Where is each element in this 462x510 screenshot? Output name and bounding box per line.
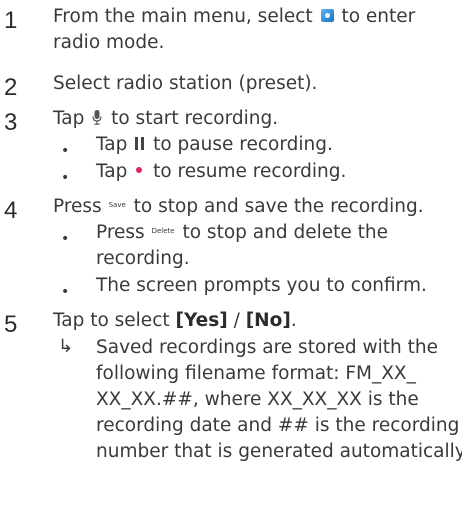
save-key-label: Save [108, 201, 126, 209]
step-text-part: Press [53, 196, 102, 217]
result-line: recording date and ## is the recording [96, 415, 460, 436]
step-text-part: to start recording. [111, 108, 279, 129]
bullet-text-part: to stop and delete the [182, 222, 388, 243]
bullet-marker: • [61, 143, 70, 159]
step-number: 1 [4, 7, 18, 34]
bullet-text-part: to resume recording. [153, 161, 347, 182]
delete-key-label: Delete [151, 227, 175, 235]
pause-icon [135, 136, 145, 150]
bullet-text-part: Tap [96, 161, 128, 182]
step-number: 3 [4, 109, 18, 136]
step-text-part: From the main menu, select [53, 6, 313, 27]
bullet-confirm: The screen prompts you to confirm. [96, 275, 427, 296]
step-text-part: Tap [53, 108, 85, 129]
step-text-part: to stop and save the recording. [133, 196, 424, 217]
bullet-text-part: Press [96, 222, 145, 243]
result-arrow: ↳ [58, 336, 74, 357]
step-number: 4 [4, 197, 18, 224]
bullet-marker: • [61, 284, 70, 300]
no-option: [No] [245, 310, 291, 331]
option-separator: / [233, 310, 240, 331]
result-line: number that is generated automatically. [96, 441, 462, 462]
step-text: Press Save to stop and save the recordin… [53, 194, 424, 220]
microphone-icon [92, 109, 102, 125]
yes-option: [Yes] [175, 310, 228, 331]
bullet-pause: Tap to pause recording. [96, 132, 333, 158]
result-line: following filename format: FM_XX_ [96, 363, 416, 384]
radio-mode-icon [320, 8, 334, 22]
bullet-resume: Tap to resume recording. [96, 159, 346, 185]
step-text: From the main menu, select to enter [53, 4, 415, 30]
step-text: Select radio station (preset). [53, 73, 318, 94]
step-text-part: to enter [341, 6, 416, 27]
step-number: 5 [4, 311, 18, 338]
bullet-delete: Press Delete to stop and delete the [96, 220, 388, 246]
bullet-delete-continuation: recording. [96, 248, 190, 269]
result-line: XX_XX.##, where XX_XX_XX is the [96, 389, 419, 410]
bullet-marker: • [61, 231, 70, 247]
bullet-marker: • [61, 170, 70, 186]
result-line: Saved recordings are stored with the [96, 337, 438, 358]
step-text-part: Tap to select [53, 310, 170, 331]
instruction-page: 1 From the main menu, select to enter ra… [0, 0, 462, 510]
step-text: Tap to select [Yes] / [No]. [53, 308, 297, 334]
step-text: Tap to start recording. [53, 106, 278, 132]
bullet-text-part: to pause recording. [153, 134, 333, 155]
step-text-continuation: radio mode. [53, 32, 165, 53]
bullet-text-part: Tap [96, 134, 128, 155]
record-dot-icon [136, 167, 143, 173]
step-text-part: . [290, 310, 297, 331]
step-number: 2 [4, 74, 18, 101]
